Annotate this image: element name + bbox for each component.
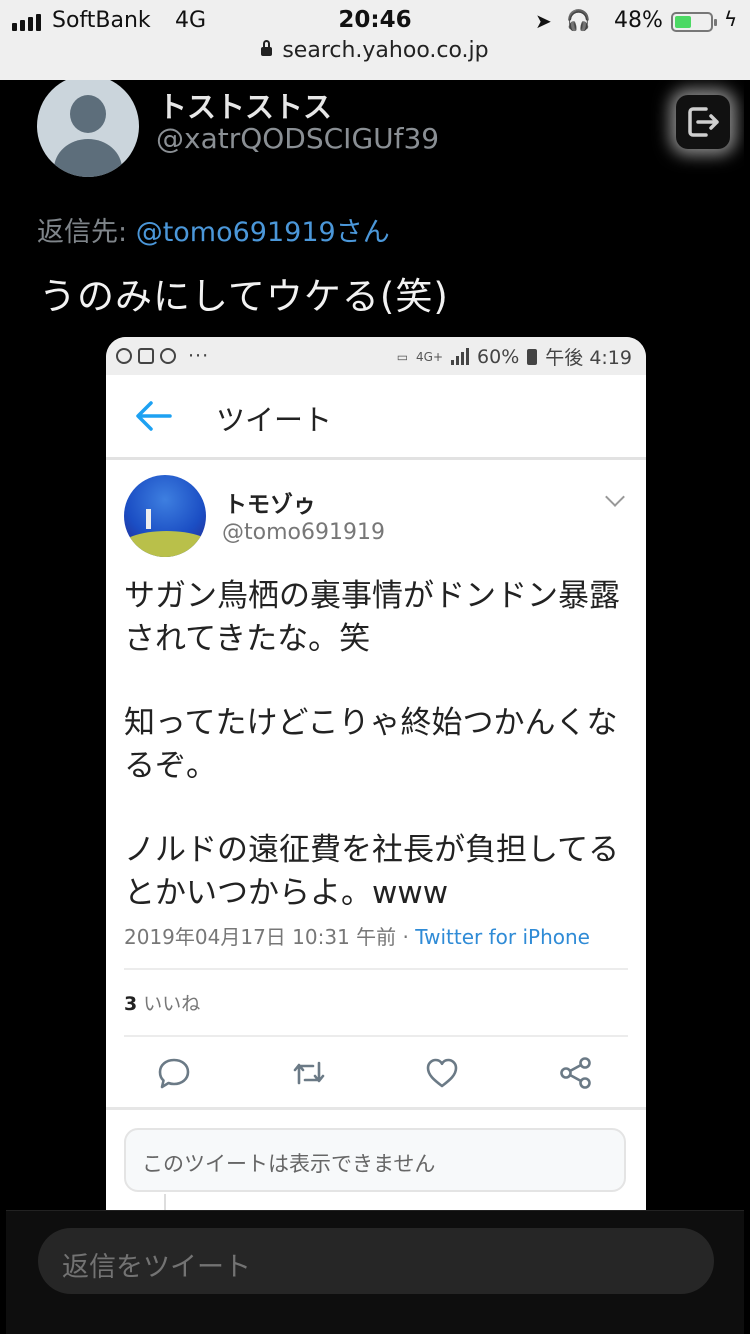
chevron-down-icon[interactable] [605, 487, 625, 507]
quoted-line: ノルドの遠征費を社長が負担してる [124, 832, 620, 868]
android-status-bar: ··· ▭ 4G+ 60% 午後 4:19 [106, 337, 646, 375]
docomo-icon [138, 348, 154, 364]
network-type: 4G+ [416, 349, 444, 364]
sync-icon [116, 348, 132, 364]
tweet-page: トストストス @xatrQODSCIGUf39 返信先: @tomo691919… [6, 80, 744, 1334]
back-arrow-icon[interactable] [134, 399, 174, 433]
charging-bolt-icon: ϟ [724, 7, 738, 31]
quoted-line: サガン鳥栖の裏事情がドンドン暴露 [124, 578, 620, 614]
like-label: いいね [143, 993, 201, 1015]
author-handle[interactable]: @xatrQODSCIGUf39 [156, 122, 439, 155]
retweet-icon[interactable] [291, 1055, 327, 1091]
quoted-line: るぞ。 [124, 748, 217, 784]
status-bar: SoftBank 4G 20:46 ➤ 🎧 48% ϟ [0, 6, 750, 36]
shield-icon [160, 348, 176, 364]
divider [124, 1035, 628, 1037]
heart-icon[interactable] [424, 1055, 460, 1091]
quoted-tweet-text: サガン鳥栖の裏事情がドンドン暴露 されてきたな。笑 知ってたけどこりゃ終始つかん… [124, 575, 636, 915]
client-link[interactable]: Twitter for iPhone [415, 925, 590, 949]
unavailable-tweet-notice: このツイートは表示できません [124, 1128, 626, 1192]
ios-top-bar: SoftBank 4G 20:46 ➤ 🎧 48% ϟ search.yahoo… [0, 0, 750, 80]
reply-bar: 返信をツイート [6, 1210, 744, 1334]
divider [124, 968, 628, 970]
tweet-actions [106, 1055, 646, 1095]
quoted-author-avatar[interactable] [124, 475, 206, 557]
android-battery-percent: 60% [477, 345, 520, 368]
quoted-line: とかいつからよ。www [124, 875, 449, 911]
quoted-line: 知ってたけどこりゃ終始つかんくな [124, 705, 618, 741]
quoted-author-name[interactable]: トモゾゥ [224, 485, 316, 519]
app-bar-title: ツイート [216, 403, 333, 437]
like-number: 3 [124, 993, 138, 1015]
headphones-icon: 🎧 [566, 8, 591, 32]
attached-screenshot[interactable]: ··· ▭ 4G+ 60% 午後 4:19 ツイート トモゾゥ @tomo691… [106, 337, 646, 1217]
battery-icon [671, 12, 717, 32]
reply-prefix: 返信先: [37, 217, 128, 248]
address-bar[interactable]: search.yahoo.co.jp [0, 38, 750, 63]
battery-fill [675, 16, 691, 28]
reply-input[interactable]: 返信をツイート [38, 1228, 714, 1294]
author-avatar[interactable] [37, 80, 139, 177]
like-count[interactable]: 3 いいね [124, 989, 200, 1016]
tweet-text: うのみにしてウケる(笑) [39, 275, 449, 318]
reply-to-line: 返信先: @tomo691919さん [37, 210, 390, 249]
reply-mention-link[interactable]: @tomo691919さん [136, 217, 390, 248]
section-divider [106, 1107, 646, 1110]
reply-icon[interactable] [156, 1055, 192, 1091]
lock-icon [261, 40, 273, 56]
android-app-bar: ツイート [106, 375, 646, 460]
signal-icon [451, 348, 470, 365]
volte-icon: ▭ [396, 349, 409, 364]
location-arrow-icon: ➤ [535, 9, 552, 33]
author-name[interactable]: トストストス [158, 84, 332, 126]
quoted-author-handle[interactable]: @tomo691919 [222, 520, 385, 545]
url-text: search.yahoo.co.jp [282, 38, 489, 63]
more-notifications: ··· [188, 345, 210, 367]
share-out-icon[interactable] [676, 95, 730, 149]
timestamp-text: 2019年04月17日 10:31 午前 · [124, 925, 416, 949]
quoted-timestamp: 2019年04月17日 10:31 午前 · Twitter for iPhon… [124, 921, 590, 950]
battery-percent: 48% [614, 8, 663, 33]
android-time: 午後 4:19 [545, 347, 632, 369]
quoted-line: されてきたな。笑 [124, 621, 371, 657]
android-battery-icon [527, 348, 538, 365]
share-icon[interactable] [558, 1055, 594, 1091]
